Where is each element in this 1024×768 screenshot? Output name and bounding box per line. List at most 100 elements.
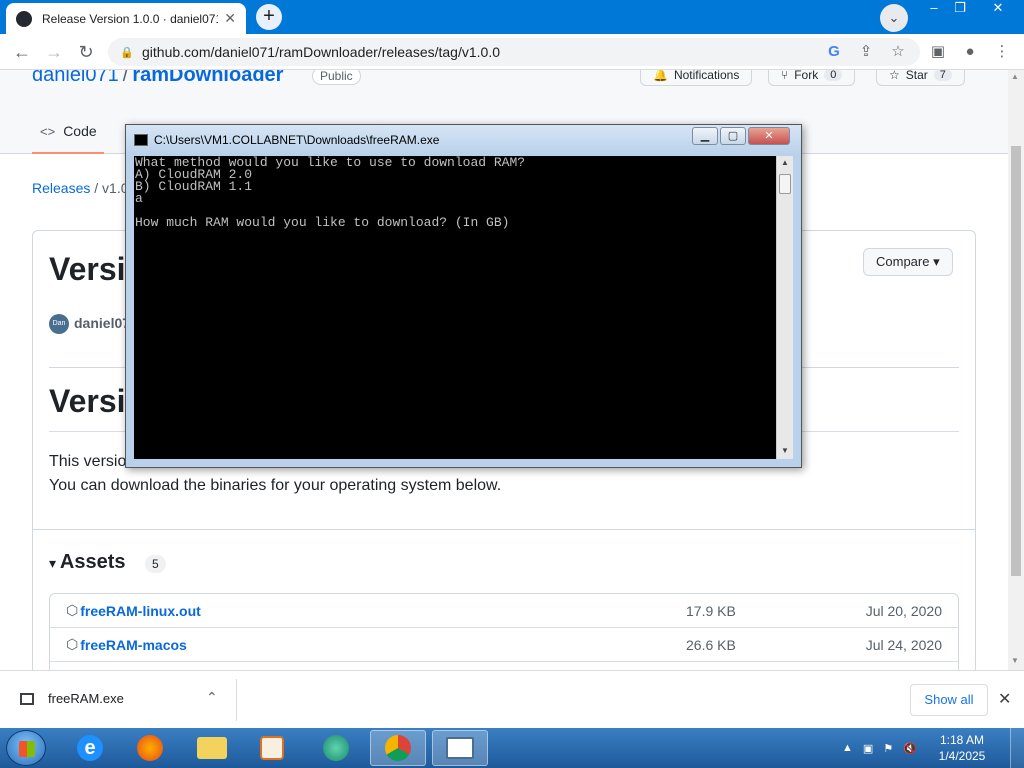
url-text: github.com/daniel071/ramDownloader/relea… [142, 44, 500, 60]
divider [236, 679, 237, 721]
compare-label: Compare [876, 254, 930, 269]
page-scrollbar[interactable]: ▲ ▼ [1008, 70, 1024, 670]
scroll-down-icon[interactable]: ▼ [781, 446, 789, 455]
console-window[interactable]: C:\Users\VM1.COLLABNET\Downloads\freeRAM… [125, 124, 802, 468]
console-line: B) CloudRAM 1.1 [135, 179, 253, 194]
repo-owner-link[interactable]: daniel071 [32, 70, 119, 86]
clock-date: 1/4/2025 [938, 749, 986, 763]
bell-icon: 🔔 [653, 70, 668, 82]
console-icon [446, 737, 474, 759]
scroll-down-icon[interactable]: ▼ [1011, 656, 1019, 665]
console-maximize-button[interactable]: ▢ [720, 127, 746, 145]
back-button[interactable]: ← [10, 40, 34, 64]
minimize-button[interactable]: – [920, 0, 948, 18]
console-app-icon [134, 134, 148, 146]
scroll-up-icon[interactable]: ▲ [781, 158, 789, 167]
clock-time: 1:18 AM [939, 733, 985, 747]
menu-icon[interactable]: ⋮ [990, 40, 1014, 64]
tray-expand-icon[interactable]: ▲ [842, 742, 853, 754]
release-description-line2: You can download the binaries for your o… [49, 477, 502, 494]
folder-icon [197, 737, 227, 759]
volume-muted-icon[interactable]: 🔇 [903, 742, 917, 755]
compare-button[interactable]: Compare ▾ [863, 248, 953, 276]
browser-toolbar: ← → ↻ 🔒 github.com/daniel071/ramDownload… [0, 34, 1024, 70]
tab-code[interactable]: <> Code [32, 110, 104, 154]
window-close-button[interactable]: ✕ [984, 0, 1012, 18]
release-description-line1: This versio [49, 453, 127, 470]
flag-icon[interactable]: ⚑ [883, 742, 893, 755]
fork-icon: ⑂ [781, 70, 789, 82]
fork-label: Fork [794, 70, 819, 82]
forward-button[interactable]: → [42, 40, 66, 64]
triangle-down-icon: ▾ [49, 555, 60, 571]
reload-button[interactable]: ↻ [74, 40, 98, 64]
package-icon: ⬡ [66, 602, 79, 618]
notifications-button[interactable]: 🔔 Notifications [640, 70, 753, 86]
fork-button[interactable]: ⑂ Fork 0 [768, 70, 856, 86]
release-heading: Versi [49, 383, 126, 419]
taskbar-media-player[interactable] [244, 730, 300, 766]
divider [33, 529, 975, 530]
code-icon: <> [40, 123, 56, 139]
asset-row: ⬡ [50, 662, 958, 670]
asset-date: Jul 20, 2020 [865, 602, 942, 619]
scrollbar-thumb[interactable] [1011, 146, 1021, 576]
scroll-up-icon[interactable]: ▲ [1011, 72, 1019, 81]
profile-icon[interactable]: ● [958, 40, 982, 64]
repo-name-link[interactable]: ramDownloader [132, 70, 283, 86]
tab-search-button[interactable]: ⌄ [880, 4, 908, 32]
taskbar-chrome[interactable] [370, 730, 426, 766]
chevron-up-icon[interactable]: ⌃ [206, 689, 218, 706]
show-all-button[interactable]: Show all [910, 684, 988, 716]
author-link[interactable]: daniel07 [74, 315, 130, 331]
console-minimize-button[interactable]: ▁ [692, 127, 718, 145]
download-item[interactable]: freeRAM.exe [20, 691, 124, 706]
asset-link[interactable]: freeRAM-linux.out [80, 603, 942, 619]
asset-link[interactable]: freeRAM-macos [80, 637, 942, 653]
taskbar-internet-explorer[interactable]: e [62, 730, 118, 766]
chat-app-icon [323, 735, 349, 761]
console-scrollbar[interactable]: ▲ ▼ [776, 156, 793, 459]
close-icon[interactable]: ✕ [998, 689, 1011, 709]
console-output[interactable]: What method would you like to use to dow… [134, 156, 776, 459]
assets-list: ⬡ freeRAM-linux.out 17.9 KB Jul 20, 2020… [49, 593, 959, 670]
asset-row: ⬡ freeRAM-macos 26.6 KB Jul 24, 2020 [50, 628, 958, 662]
google-icon[interactable]: G [822, 40, 846, 64]
star-button[interactable]: ☆ Star 7 [876, 70, 965, 86]
network-icon[interactable]: ▣ [863, 742, 873, 755]
console-line: How much RAM would you like to download?… [135, 215, 510, 230]
fork-count: 0 [824, 70, 843, 81]
browser-tab-strip: Release Version 1.0.0 · daniel071 ✕ + ⌄ … [0, 0, 1024, 34]
taskbar-chat-app[interactable] [308, 730, 364, 766]
side-panel-icon[interactable]: ▣ [926, 40, 950, 64]
bookmark-star-icon[interactable]: ☆ [886, 40, 910, 64]
media-player-icon [260, 736, 284, 760]
console-close-button[interactable]: ✕ [748, 127, 790, 145]
assets-count-badge: 5 [145, 555, 166, 573]
browser-tab[interactable]: Release Version 1.0.0 · daniel071 ✕ [6, 3, 246, 34]
visibility-badge: Public [312, 70, 361, 85]
github-icon [16, 10, 32, 27]
taskbar-firefox[interactable] [122, 730, 178, 766]
repo-path: daniel071/ramDownloader [32, 70, 283, 87]
close-icon[interactable]: ✕ [224, 10, 236, 27]
taskbar-explorer[interactable] [184, 730, 240, 766]
share-icon[interactable]: ⇪ [854, 40, 878, 64]
restore-button[interactable]: ❐ [946, 0, 974, 18]
console-scrollbar-thumb[interactable] [779, 174, 791, 194]
start-button[interactable] [6, 730, 46, 766]
assets-toggle[interactable]: ▾ Assets [49, 551, 126, 574]
avatar[interactable]: Dan [49, 314, 69, 334]
clock[interactable]: 1:18 AM 1/4/2025 [930, 732, 994, 764]
system-tray: ▲ ▣ ⚑ 🔇 [842, 728, 917, 768]
taskbar-console[interactable] [432, 730, 488, 766]
new-tab-button[interactable]: + [256, 4, 282, 30]
asset-size: 26.6 KB [686, 636, 736, 653]
notifications-label: Notifications [673, 70, 740, 82]
address-bar[interactable]: 🔒 github.com/daniel071/ramDownloader/rel… [108, 38, 920, 66]
breadcrumb: Releases / v1.0. [32, 180, 133, 196]
console-line: a [135, 191, 143, 206]
releases-link[interactable]: Releases [32, 180, 90, 196]
show-desktop-button[interactable] [1010, 728, 1024, 768]
assets-title: Assets [59, 551, 126, 573]
